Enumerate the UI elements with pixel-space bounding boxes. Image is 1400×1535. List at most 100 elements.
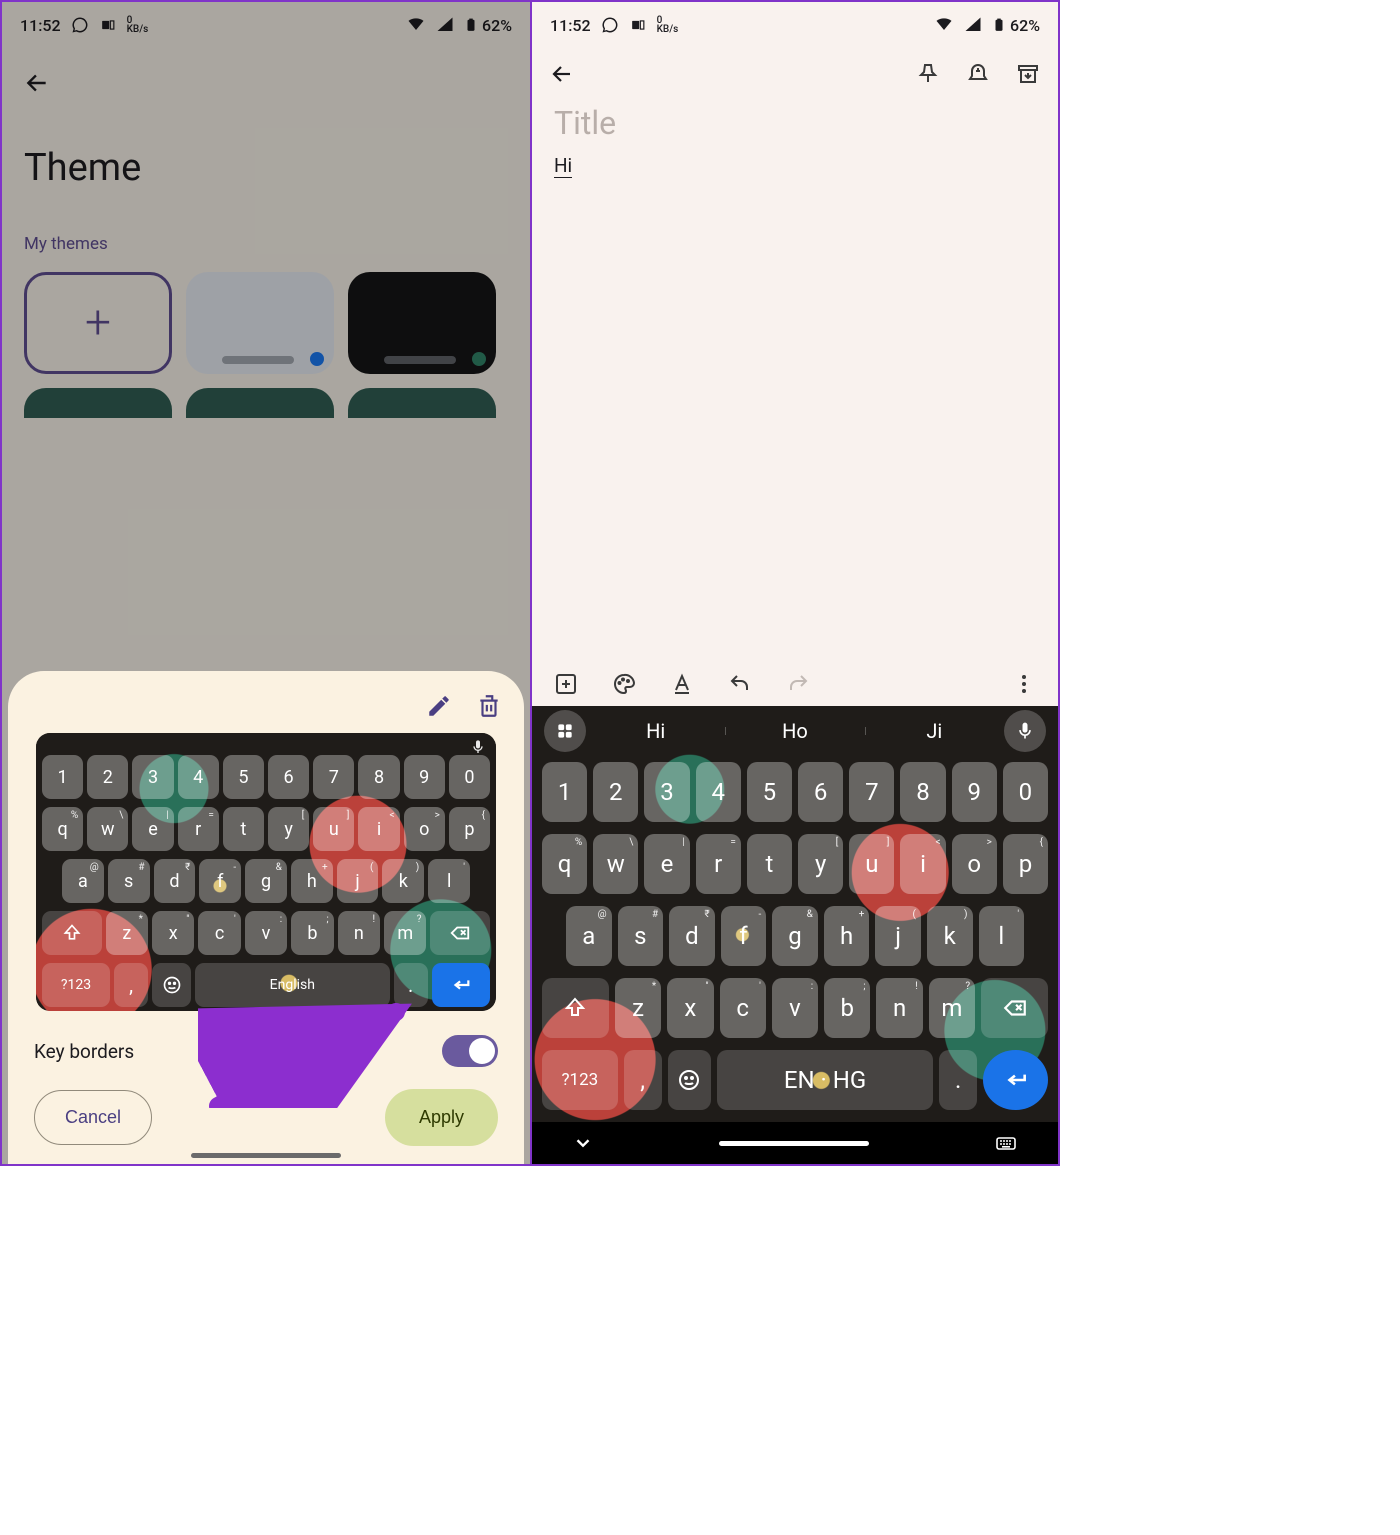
suggestion[interactable]: Hi <box>586 719 725 743</box>
theme-thumb-dark[interactable] <box>348 272 496 374</box>
key-s[interactable]: s# <box>108 859 150 903</box>
key-d[interactable]: d₹ <box>669 906 715 966</box>
enter-key[interactable] <box>432 963 490 1007</box>
symbols-key[interactable]: ?123 <box>42 963 110 1007</box>
key-7[interactable]: 7 <box>313 755 354 799</box>
key-6[interactable]: 6 <box>798 762 843 822</box>
key-t[interactable]: t <box>223 807 264 851</box>
key-4[interactable]: 4 <box>178 755 219 799</box>
key-v[interactable]: v: <box>772 978 818 1038</box>
delete-icon[interactable] <box>476 693 502 719</box>
key-8[interactable]: 8 <box>358 755 399 799</box>
suggestion[interactable]: Ji <box>865 719 1004 743</box>
key-v[interactable]: v: <box>245 911 287 955</box>
period-key[interactable]: . <box>939 1050 977 1110</box>
key-k[interactable]: k) <box>927 906 973 966</box>
key-q[interactable]: q% <box>42 807 83 851</box>
key-x[interactable]: x" <box>667 978 713 1038</box>
key-t[interactable]: t <box>747 834 792 894</box>
theme-thumb-light[interactable] <box>186 272 334 374</box>
key-9[interactable]: 9 <box>952 762 997 822</box>
back-icon[interactable] <box>24 70 50 96</box>
key-y[interactable]: y[ <box>268 807 309 851</box>
key-u[interactable]: u] <box>313 807 354 851</box>
period-key[interactable]: . <box>394 963 428 1007</box>
key-g[interactable]: g& <box>245 859 287 903</box>
key-n[interactable]: n! <box>338 911 380 955</box>
theme-thumb[interactable] <box>348 388 496 418</box>
key-a[interactable]: a@ <box>566 906 612 966</box>
cancel-button[interactable]: Cancel <box>34 1090 152 1145</box>
backspace-key[interactable] <box>430 911 490 955</box>
emoji-key[interactable] <box>668 1050 711 1110</box>
more-icon[interactable] <box>1012 672 1036 696</box>
note-body-input[interactable]: Hi <box>532 148 1058 183</box>
key-6[interactable]: 6 <box>268 755 309 799</box>
theme-thumb[interactable] <box>186 388 334 418</box>
key-w[interactable]: w\ <box>593 834 638 894</box>
key-borders-toggle[interactable] <box>442 1035 498 1067</box>
key-m[interactable]: m? <box>384 911 426 955</box>
key-p[interactable]: p{ <box>1003 834 1048 894</box>
key-n[interactable]: n! <box>876 978 922 1038</box>
key-2[interactable]: 2 <box>593 762 638 822</box>
key-s[interactable]: s# <box>618 906 664 966</box>
nav-collapse-icon[interactable] <box>572 1132 594 1154</box>
key-i[interactable]: i< <box>900 834 945 894</box>
key-1[interactable]: 1 <box>42 755 83 799</box>
key-k[interactable]: k) <box>382 859 424 903</box>
edit-icon[interactable] <box>426 693 452 719</box>
keyboard-menu-icon[interactable] <box>544 710 586 752</box>
palette-icon[interactable] <box>612 672 636 696</box>
key-5[interactable]: 5 <box>223 755 264 799</box>
key-l[interactable]: l' <box>428 859 470 903</box>
key-z[interactable]: z* <box>615 978 661 1038</box>
undo-icon[interactable] <box>728 672 752 696</box>
key-b[interactable]: b; <box>824 978 870 1038</box>
key-4[interactable]: 4 <box>696 762 741 822</box>
key-c[interactable]: c' <box>198 911 240 955</box>
nav-keyboard-icon[interactable] <box>994 1131 1018 1155</box>
archive-icon[interactable] <box>1016 62 1040 86</box>
key-3[interactable]: 3 <box>132 755 173 799</box>
key-w[interactable]: w\ <box>87 807 128 851</box>
enter-key[interactable] <box>983 1050 1048 1110</box>
redo-icon[interactable] <box>786 672 810 696</box>
key-j[interactable]: j( <box>337 859 379 903</box>
apply-button[interactable]: Apply <box>385 1089 498 1146</box>
key-c[interactable]: c' <box>720 978 766 1038</box>
key-x[interactable]: x" <box>152 911 194 955</box>
suggestion[interactable]: Ho <box>725 719 864 743</box>
shift-key[interactable] <box>42 911 102 955</box>
key-h[interactable]: h+ <box>824 906 870 966</box>
symbols-key[interactable]: ?123 <box>542 1050 618 1110</box>
emoji-key[interactable] <box>152 963 191 1007</box>
space-key[interactable]: EN · HG <box>717 1050 933 1110</box>
key-z[interactable]: z* <box>106 911 148 955</box>
reminder-icon[interactable] <box>966 62 990 86</box>
key-e[interactable]: e| <box>132 807 173 851</box>
key-l[interactable]: l' <box>979 906 1025 966</box>
key-r[interactable]: r= <box>696 834 741 894</box>
key-r[interactable]: r= <box>178 807 219 851</box>
key-j[interactable]: j( <box>875 906 921 966</box>
key-7[interactable]: 7 <box>849 762 894 822</box>
key-o[interactable]: o> <box>404 807 445 851</box>
space-key[interactable]: English <box>195 963 390 1007</box>
note-title-input[interactable]: Title <box>532 96 1058 148</box>
text-format-icon[interactable] <box>670 672 694 696</box>
add-theme-button[interactable]: + <box>24 272 172 374</box>
comma-key[interactable]: , <box>114 963 148 1007</box>
key-5[interactable]: 5 <box>747 762 792 822</box>
key-8[interactable]: 8 <box>900 762 945 822</box>
key-f[interactable]: f- <box>199 859 241 903</box>
add-box-icon[interactable] <box>554 672 578 696</box>
key-1[interactable]: 1 <box>542 762 587 822</box>
key-a[interactable]: a@ <box>62 859 104 903</box>
key-o[interactable]: o> <box>952 834 997 894</box>
key-0[interactable]: 0 <box>1003 762 1048 822</box>
key-0[interactable]: 0 <box>449 755 490 799</box>
back-icon[interactable] <box>550 62 574 86</box>
pin-icon[interactable] <box>916 62 940 86</box>
mic-button[interactable] <box>1004 710 1046 752</box>
